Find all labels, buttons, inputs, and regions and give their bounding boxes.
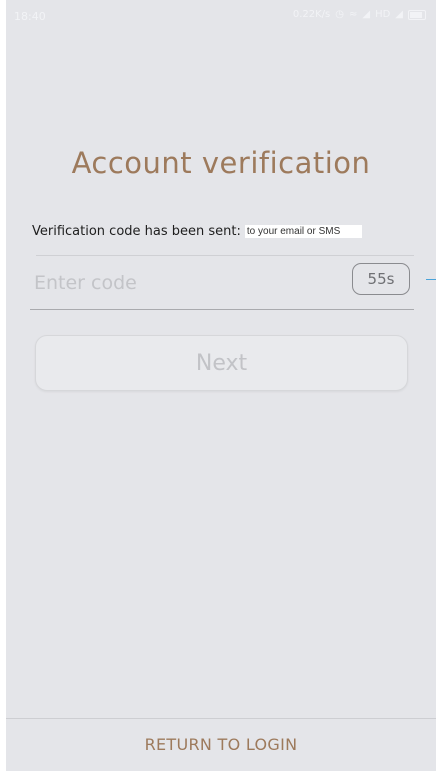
network-type: HD [375,9,391,20]
network-speed: 0.22K/s [292,9,331,20]
return-to-login-link[interactable]: RETURN TO LOGIN [6,735,436,754]
sent-target: to your email or SMS [244,225,363,238]
alarm-icon: ◷ [335,9,344,20]
wifi-icon: ≈ [348,9,358,20]
divider [36,255,414,256]
edge-marker [426,279,436,280]
input-underline [30,309,414,310]
sent-info-row: Verification code has been sent: to your… [32,224,363,239]
signal-icon: ◢ [362,9,371,20]
app-screen: 18:40 0.22K/s ◷ ≈ ◢ HD ◢ Account verific… [6,0,436,771]
battery-icon [408,10,426,20]
footer-divider [6,718,436,719]
status-icons: 0.22K/s ◷ ≈ ◢ HD ◢ [293,10,426,20]
status-time: 18:40 [14,10,46,23]
code-input[interactable] [30,266,334,300]
code-row: 55s [30,260,416,308]
page-title: Account verification [71,146,371,180]
signal-icon-2: ◢ [395,9,403,20]
sent-label: Verification code has been sent: [32,224,241,239]
next-button[interactable]: Next [35,335,408,391]
status-bar: 18:40 0.22K/s ◷ ≈ ◢ HD ◢ [6,0,436,34]
resend-countdown-button[interactable]: 55s [352,263,410,295]
